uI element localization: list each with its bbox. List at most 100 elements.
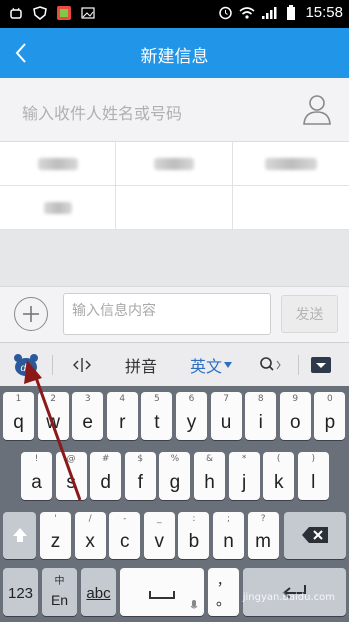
key-secondary-label: / [88, 514, 92, 524]
shift-up-icon [13, 528, 27, 542]
key-secondary-label: 1 [15, 394, 22, 404]
svg-text:du: du [20, 363, 32, 374]
key-label: z [50, 531, 61, 552]
key-s[interactable]: @ s [55, 452, 87, 500]
key-v[interactable]: _ v [143, 512, 175, 559]
toolbar-divider [298, 355, 299, 375]
key-secondary-label: # [101, 454, 110, 464]
key-secondary-label: 6 [188, 394, 195, 404]
key-a[interactable]: ! a [21, 452, 52, 500]
key-m[interactable]: ? m [247, 512, 279, 559]
abc-key[interactable]: abc [81, 568, 116, 616]
key-label: q [13, 412, 24, 433]
contact-picker-button[interactable] [301, 92, 333, 126]
key-e[interactable]: 3e [72, 392, 104, 440]
key-label: i [258, 412, 263, 433]
key-x[interactable]: / x [74, 512, 106, 559]
key-i[interactable]: 8i [245, 392, 277, 440]
key-secondary-label: 7 [223, 394, 229, 404]
english-mode-button[interactable]: 英文 [184, 343, 238, 387]
battery-icon [283, 4, 299, 21]
key-secondary-label: & [205, 454, 214, 464]
key-y[interactable]: 6y [176, 392, 207, 440]
language-key-top: 中 [54, 576, 65, 587]
key-l[interactable]: ) l [297, 452, 329, 500]
suggestion-cell [233, 186, 349, 230]
abc-key-label: abc [86, 585, 111, 602]
key-label: f [137, 472, 143, 493]
hide-keyboard-button[interactable] [306, 343, 336, 387]
shift-key[interactable] [3, 512, 36, 559]
message-input[interactable]: 输入信息内容 [63, 293, 271, 335]
key-label: m [255, 531, 271, 552]
space-key[interactable] [120, 568, 204, 616]
suggestion-cell[interactable] [0, 186, 116, 230]
key-label: r [119, 412, 126, 433]
key-secondary-label: 9 [292, 394, 299, 404]
key-g[interactable]: % g [159, 452, 191, 500]
key-c[interactable]: -c [109, 512, 141, 559]
wifi-icon [239, 5, 255, 21]
suggestion-cell[interactable] [116, 142, 233, 186]
key-j[interactable]: * j [228, 452, 260, 500]
cursor-move-button[interactable] [66, 343, 98, 387]
recipient-placeholder: 输入收件人姓名或号码 [22, 104, 183, 123]
key-label: e [82, 412, 93, 433]
key-label: g [169, 472, 181, 493]
send-button[interactable]: 发送 [281, 295, 338, 333]
language-switch-key[interactable]: 中 En [42, 568, 77, 616]
key-z[interactable]: ' z [40, 512, 71, 559]
suggestion-cell[interactable] [0, 142, 116, 186]
key-p[interactable]: 0p [314, 392, 346, 440]
key-t[interactable]: 5t [141, 392, 173, 440]
key-label: x [85, 531, 95, 552]
keyboard-toolbar: du 拼音 英文 [0, 342, 349, 386]
key-label: t [154, 412, 160, 433]
key-u[interactable]: 7u [210, 392, 242, 440]
cursor-move-icon [73, 358, 91, 372]
key-secondary-label: ( [276, 454, 281, 464]
key-w[interactable]: 2w [37, 392, 69, 440]
key-q[interactable]: 1q [3, 392, 34, 440]
key-secondary-label: - [123, 514, 127, 524]
key-d[interactable]: # d [90, 452, 122, 500]
baidu-du-icon: du [14, 354, 38, 376]
status-time: 15:58 [305, 4, 343, 21]
key-secondary-label: 0 [327, 394, 333, 404]
key-label: u [220, 412, 232, 433]
key-o[interactable]: 9o [279, 392, 311, 440]
attach-button[interactable] [14, 297, 48, 331]
key-f[interactable]: $ f [124, 452, 156, 500]
key-k[interactable]: (k [263, 452, 295, 500]
key-h[interactable]: & h [194, 452, 225, 500]
app-icon [56, 5, 72, 21]
key-secondary-label: 8 [257, 394, 264, 404]
key-b[interactable]: :b [178, 512, 210, 559]
key-secondary-label: % [170, 454, 180, 464]
punctuation-key[interactable]: ， 。 [208, 568, 239, 616]
key-secondary-label: ; [226, 514, 231, 524]
blurred-contact [43, 201, 72, 214]
delete-key[interactable] [284, 512, 346, 559]
key-label: v [154, 531, 165, 552]
pinyin-mode-button[interactable]: 拼音 [116, 343, 166, 387]
baidu-logo-button[interactable]: du [8, 343, 44, 387]
blurred-contact [265, 157, 317, 170]
recipient-field[interactable]: 输入收件人姓名或号码 [0, 78, 349, 142]
key-secondary-label: : [192, 514, 196, 524]
key-secondary-label: ! [34, 454, 39, 464]
key-secondary-label: 3 [84, 394, 91, 404]
person-icon [303, 95, 331, 125]
suggestion-cell[interactable] [233, 142, 349, 186]
key-secondary-label: ? [260, 514, 266, 524]
key-label: h [204, 472, 215, 493]
search-button[interactable] [252, 343, 288, 387]
key-n[interactable]: ; n [213, 512, 244, 559]
key-label: b [188, 531, 200, 552]
numbers-key[interactable]: 123 [3, 568, 38, 616]
key-r[interactable]: 4r [106, 392, 138, 440]
space-icon [149, 591, 175, 599]
image-icon [80, 5, 96, 21]
key-label: y [186, 412, 197, 433]
toolbar-divider [52, 355, 53, 375]
